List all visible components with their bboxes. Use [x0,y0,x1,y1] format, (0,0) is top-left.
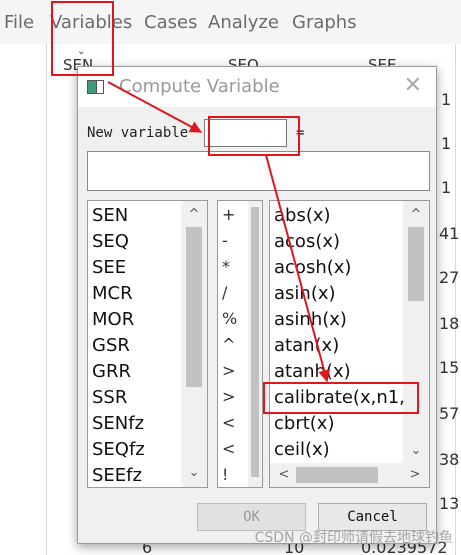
variable-item[interactable]: MOR [92,309,134,330]
operator-item[interactable]: % [222,309,237,328]
operator-item[interactable]: - [222,231,228,250]
variable-item[interactable]: MCR [92,283,133,304]
scroll-right-arrow-icon[interactable]: > [403,463,427,487]
grid-cell[interactable]: 18 [439,314,459,333]
scroll-thumb[interactable] [186,227,202,387]
compute-variable-dialog: Compute Variable ✕ New variable = SEN SE… [77,66,437,544]
scroll-up-arrow-icon[interactable]: ^ [181,203,207,227]
function-item[interactable]: abs(x) [274,205,331,226]
menu-variables[interactable]: Variables [50,12,132,33]
variables-scrollbar[interactable]: ^ ⌄ [181,201,207,487]
variable-item[interactable]: SENfz [92,413,144,434]
function-item[interactable]: cbrt(x) [274,413,334,434]
variable-item[interactable]: SEQfz [92,439,145,460]
scroll-up-arrow-icon[interactable]: ^ [403,203,429,227]
menu-graphs[interactable]: Graphs [292,12,357,33]
operator-item[interactable]: + [222,205,235,224]
operator-item[interactable]: < [222,439,235,458]
function-item[interactable]: acosh(x) [274,257,351,278]
close-icon[interactable]: ✕ [404,73,422,98]
new-variable-input[interactable] [204,119,287,147]
function-item[interactable]: atanh(x) [274,361,351,382]
functions-list[interactable]: abs(x) acos(x) acosh(x) asin(x) asinh(x)… [269,200,430,488]
function-item[interactable]: asinh(x) [274,309,347,330]
operator-item[interactable]: < [222,413,235,432]
functions-scrollbar[interactable]: ^ ⌄ [403,201,429,465]
grid-column-divider [46,44,47,555]
scroll-down-arrow-icon[interactable]: ⌄ [403,439,429,463]
operators-list[interactable]: + - * / % ^ > > < < ! [217,200,263,488]
grid-cell[interactable]: 13 [439,494,459,513]
menu-analyze[interactable]: Analyze [208,12,279,33]
operators-scrollbar[interactable] [248,201,262,487]
variable-item[interactable]: SEN [92,205,128,226]
grid-cell[interactable]: 1 [441,90,451,109]
variables-list[interactable]: SEN SEQ SEE MCR MOR GSR GRR SSR SENfz SE… [87,200,208,488]
functions-horizontal-scrollbar[interactable]: < > [270,463,429,487]
function-item[interactable]: asin(x) [274,283,336,304]
operator-item[interactable]: ! [222,465,228,484]
equals-sign: = [296,125,305,141]
variable-item[interactable]: GRR [92,361,131,382]
new-variable-label: New variable [87,125,189,141]
variable-item[interactable]: GSR [92,335,130,356]
operator-item[interactable]: ^ [222,335,235,354]
expression-input[interactable] [87,151,430,191]
function-item[interactable]: atan(x) [274,335,339,356]
grid-cell[interactable]: 57 [439,404,459,423]
scroll-down-arrow-icon[interactable]: ⌄ [181,461,207,485]
grid-cell[interactable]: 27 [439,268,459,287]
menu-cases[interactable]: Cases [144,12,197,33]
scroll-thumb[interactable] [408,227,424,301]
grid-cell[interactable]: 41 [439,224,459,243]
operator-item[interactable]: > [222,387,235,406]
menu-file[interactable]: File [4,12,34,33]
variable-item[interactable]: SEQ [92,231,129,252]
function-item[interactable]: acos(x) [274,231,340,252]
sort-chevron-icon: ⌄ [77,46,86,57]
scroll-thumb[interactable] [296,467,378,483]
scroll-left-arrow-icon[interactable]: < [272,463,296,487]
watermark: CSDN @封印师请假去地球钓鱼 [254,530,453,546]
variable-item[interactable]: SEE [92,257,126,278]
scroll-thumb[interactable] [251,207,259,477]
function-item[interactable]: ceil(x) [274,439,330,460]
menu-bar: File Variables Cases Analyze Graphs [0,0,461,44]
operator-item[interactable]: * [222,257,230,276]
grid-cell[interactable]: 38 [439,450,459,469]
grid-cell[interactable]: 1 [441,134,451,153]
operator-item[interactable]: / [222,283,227,302]
operator-item[interactable]: > [222,361,235,380]
variable-item[interactable]: SEEfz [92,465,142,486]
variable-item[interactable]: SSR [92,387,127,408]
grid-cell[interactable]: 1 [441,178,451,197]
dialog-title: Compute Variable [119,76,280,97]
app-window-icon [87,80,104,94]
dialog-title-bar[interactable]: Compute Variable ✕ [78,67,436,107]
function-item-calibrate[interactable]: calibrate(x,n1,r [274,387,412,408]
grid-cell[interactable]: 15 [439,358,459,377]
grid-column-divider [455,44,456,555]
